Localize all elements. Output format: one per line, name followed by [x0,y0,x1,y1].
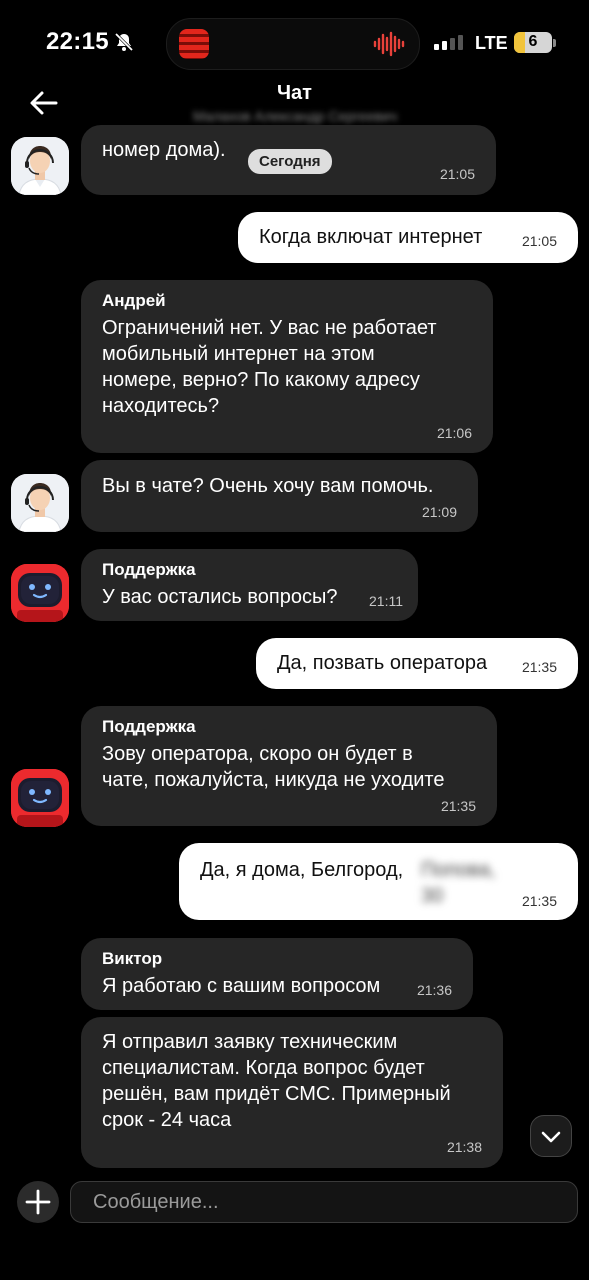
date-chip: Сегодня [248,149,332,174]
message-time: 21:35 [521,659,557,675]
message-time: 21:38 [446,1139,482,1155]
message-text: Я отправил заявку техническим специалист… [102,1031,451,1131]
dynamic-island [166,18,420,70]
message-text-redacted: Попова, 30 [421,859,496,907]
message-text: Да, позвать оператора [277,652,488,674]
app-thumbnail-icon [179,29,209,59]
message-time: 21:09 [421,504,457,520]
message-text: Да, я дома, Белгород, [200,859,404,881]
signal-icon [434,35,463,50]
message-text: Зову оператора, скоро он будет в чате, п… [102,743,445,791]
message-time: 21:36 [416,982,452,998]
message-text: У вас остались вопросы? [102,586,338,608]
message-text: Вы в чате? Очень хочу вам помочь. [102,475,434,497]
message-time: 21:05 [521,233,557,249]
message-bubble-incoming[interactable]: Виктор Я работаю с вашим вопросом 21:36 [81,938,473,1010]
plus-icon [25,1189,51,1215]
message-bubble-incoming[interactable]: Я отправил заявку техническим специалист… [81,1017,503,1168]
support-bot-avatar[interactable] [11,769,69,827]
sender-name: Поддержка [102,560,196,579]
message-time: 21:35 [440,798,476,814]
message-bubble-incoming[interactable]: Поддержка У вас остались вопросы? 21:11 [81,549,418,621]
message-bubble-incoming[interactable]: Вы в чате? Очень хочу вам помочь. 21:09 [81,460,478,532]
message-time: 21:06 [436,425,472,441]
message-bubble-outgoing[interactable]: Да, я дома, Белгород, Попова, 30 21:35 [179,843,578,920]
support-bot-avatar[interactable] [11,564,69,622]
operator-avatar[interactable] [11,137,69,195]
bell-muted-icon [114,32,134,52]
battery-icon: 6 [514,32,552,53]
sender-name: Поддержка [102,717,196,736]
chat-title: Чат [277,82,312,104]
message-time: 21:35 [521,893,557,909]
message-time: 21:05 [439,166,475,182]
operator-avatar[interactable] [11,474,69,532]
sender-name: Виктор [102,949,163,968]
sound-wave-icon [373,31,405,57]
message-bubble-outgoing[interactable]: Да, позвать оператора 21:35 [256,638,578,689]
message-text: Когда включат интернет [259,226,483,248]
message-text: Ограничений нет. У вас не работает мобил… [102,317,437,417]
operator-avatar-icon [11,137,69,195]
message-input[interactable] [70,1181,578,1223]
message-bubble-incoming[interactable]: Андрей Ограничений нет. У вас не работае… [81,280,493,453]
message-text: Я работаю с вашим вопросом [102,975,381,997]
chevron-down-icon [541,1131,561,1143]
scroll-down-button[interactable] [530,1115,572,1157]
attach-button[interactable] [17,1181,59,1223]
status-time: 22:15 [46,28,109,55]
robot-icon [11,564,69,622]
message-bubble-incoming[interactable]: Поддержка Зову оператора, скоро он будет… [81,706,497,826]
network-type: LTE [475,33,508,53]
message-time: 21:11 [369,593,403,609]
robot-icon [11,769,69,827]
operator-avatar-icon [11,474,69,532]
sender-name: Андрей [102,291,166,310]
battery-cap [553,39,556,47]
message-text: номер дома). [102,139,226,161]
battery-level: 6 [528,33,538,50]
message-bubble-outgoing[interactable]: Когда включат интернет 21:05 [238,212,578,263]
